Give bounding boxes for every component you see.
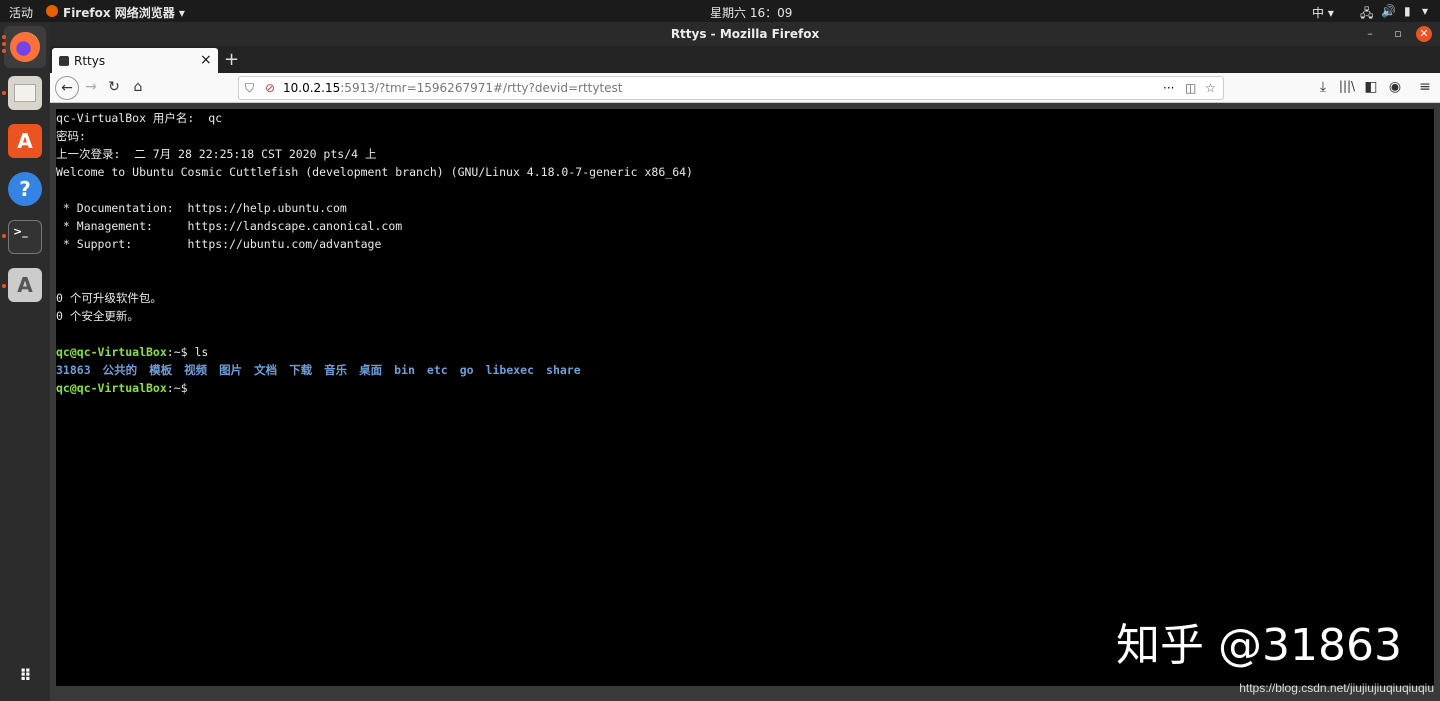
ls-entry: 公共的: [102, 363, 138, 377]
terminal-line: * Support: https://ubuntu.com/advantage: [56, 237, 382, 251]
prompt-user-host: qc@qc-VirtualBox: [56, 381, 167, 395]
prompt-line: qc@qc-VirtualBox:~$: [56, 379, 1434, 397]
prompt-suffix: :~$: [166, 345, 195, 359]
downloads-icon[interactable]: ⤓: [1314, 79, 1332, 95]
terminal-line: 0 个安全更新。: [56, 309, 139, 323]
running-dot: [2, 35, 6, 39]
sidebar-icon[interactable]: ◧: [1362, 79, 1380, 95]
url-path: :5913/?tmr=1596267971#/rtty?devid=rttyte…: [340, 81, 623, 95]
ls-entry: 视频: [184, 363, 208, 377]
terminal-icon: >_: [13, 225, 28, 238]
running-dot: [2, 234, 6, 238]
tab-label: Rttys: [74, 54, 106, 68]
ls-entry: bin: [394, 363, 415, 377]
ls-entry: etc: [426, 363, 448, 377]
ls-entry: 桌面: [359, 363, 383, 377]
minimize-button[interactable]: –: [1362, 26, 1378, 42]
dock: A ? >_ A ⠿: [0, 22, 50, 701]
dock-files[interactable]: [8, 76, 42, 110]
show-applications[interactable]: ⠿: [8, 658, 42, 692]
dock-help[interactable]: ?: [8, 172, 42, 206]
tracking-shield-icon[interactable]: ⛉: [245, 77, 254, 99]
volume-icon[interactable]: 🔊: [1381, 4, 1396, 18]
terminal-line: 密码:: [56, 129, 86, 143]
ls-entry: libexec: [485, 363, 535, 377]
page-content: qc-VirtualBox 用户名: qc 密码: 上一次登录: 二 7月 28…: [50, 103, 1440, 701]
window-titlebar: Rttys - Mozilla Firefox – ▫ ✕: [50, 22, 1440, 46]
tab-rttys[interactable]: Rttys ×: [52, 48, 218, 73]
terminal-line: * Management: https://landscape.canonica…: [56, 219, 403, 233]
command: ls: [194, 345, 209, 359]
maximize-button[interactable]: ▫: [1390, 26, 1406, 42]
running-dot: [2, 284, 6, 288]
prompt-line: qc@qc-VirtualBox:~$ ls: [56, 343, 1434, 361]
bookmark-star-icon[interactable]: ☆: [1205, 77, 1216, 99]
insecure-lock-icon[interactable]: ⊘: [265, 77, 275, 99]
ls-entry: 文档: [254, 363, 278, 377]
prompt-user-host: qc@qc-VirtualBox: [56, 345, 167, 359]
battery-icon[interactable]: ▮: [1404, 4, 1411, 18]
firefox-icon: [46, 5, 58, 17]
terminal-line: 上一次登录: 二 7月 28 22:25:18 CST 2020 pts/4 上: [56, 147, 377, 161]
firefox-icon: [10, 32, 40, 62]
system-menu[interactable]: ▾: [1422, 4, 1428, 18]
ls-entry: 图片: [219, 363, 243, 377]
url-bar[interactable]: ⛉ ⊘ 10.0.2.15:5913/?tmr=1596267971#/rtty…: [238, 76, 1224, 100]
terminal-line: qc-VirtualBox 用户名: qc: [56, 111, 223, 125]
running-dot: [2, 91, 6, 95]
terminal-favicon-icon: [59, 56, 69, 66]
reload-button[interactable]: ↻: [105, 79, 123, 95]
terminal[interactable]: qc-VirtualBox 用户名: qc 密码: 上一次登录: 二 7月 28…: [56, 109, 1434, 686]
clock[interactable]: 星期六 16：09: [710, 4, 792, 21]
page-actions-icon[interactable]: ···: [1163, 77, 1174, 99]
navigation-toolbar: ← → ↻ ⌂ ⛉ ⊘ 10.0.2.15:5913/?tmr=15962679…: [50, 73, 1440, 103]
ls-output: 31863 公共的 模板 视频 图片 文档 下载 音乐 桌面 bin etc go libexec sha…: [56, 361, 1434, 379]
folder-icon: [14, 84, 36, 102]
dock-firefox[interactable]: [4, 26, 46, 68]
app-menu[interactable]: Firefox 网络浏览器 ▾: [63, 4, 185, 21]
terminal-line: 0 个可升级软件包。: [56, 291, 162, 305]
pocket-icon[interactable]: ◫: [1185, 77, 1196, 99]
dock-store[interactable]: A: [8, 268, 42, 302]
account-icon[interactable]: ◉: [1386, 79, 1404, 95]
zhihu-watermark: 知乎 @31863: [1116, 620, 1402, 671]
close-tab-button[interactable]: ×: [200, 52, 212, 68]
terminal-line: * Documentation: https://help.ubuntu.com: [56, 201, 347, 215]
dock-software[interactable]: A: [8, 124, 42, 158]
terminal-line: Welcome to Ubuntu Cosmic Cuttlefish (dev…: [56, 165, 693, 179]
url-host: 10.0.2.15: [283, 81, 341, 95]
help-icon: ?: [19, 177, 31, 201]
activities-button[interactable]: 活动: [9, 4, 33, 21]
ls-entry: 31863: [56, 363, 91, 377]
new-tab-button[interactable]: +: [224, 49, 239, 70]
ls-entry: 模板: [149, 363, 173, 377]
running-dot: [2, 49, 6, 53]
home-button[interactable]: ⌂: [129, 79, 147, 95]
ls-entry: share: [546, 363, 581, 377]
system-top-bar: 活动 Firefox 网络浏览器 ▾ 星期六 16：09 中 ▾ 🖧 🔊 ▮ ▾: [0, 0, 1440, 22]
window-title: Rttys - Mozilla Firefox: [670, 27, 820, 41]
forward-button[interactable]: →: [82, 79, 100, 95]
tab-strip: Rttys × +: [50, 46, 1440, 73]
menu-icon[interactable]: ≡: [1416, 79, 1434, 95]
store-icon: A: [17, 273, 33, 297]
prompt-suffix: :~$: [166, 381, 195, 395]
running-dot: [2, 42, 6, 46]
dock-terminal[interactable]: >_: [8, 220, 42, 254]
library-icon[interactable]: |||\: [1338, 79, 1356, 93]
software-icon: A: [17, 129, 33, 153]
ls-entry: 下载: [289, 363, 313, 377]
close-window-button[interactable]: ✕: [1416, 26, 1432, 42]
back-button[interactable]: ←: [55, 76, 79, 100]
ls-entry: 音乐: [324, 363, 348, 377]
input-method-menu[interactable]: 中 ▾: [1312, 4, 1334, 21]
ls-entry: go: [459, 363, 474, 377]
grid-icon: ⠿: [19, 665, 31, 685]
csdn-watermark: https://blog.csdn.net/jiujiujiuqiuqiuqiu: [1239, 681, 1434, 695]
